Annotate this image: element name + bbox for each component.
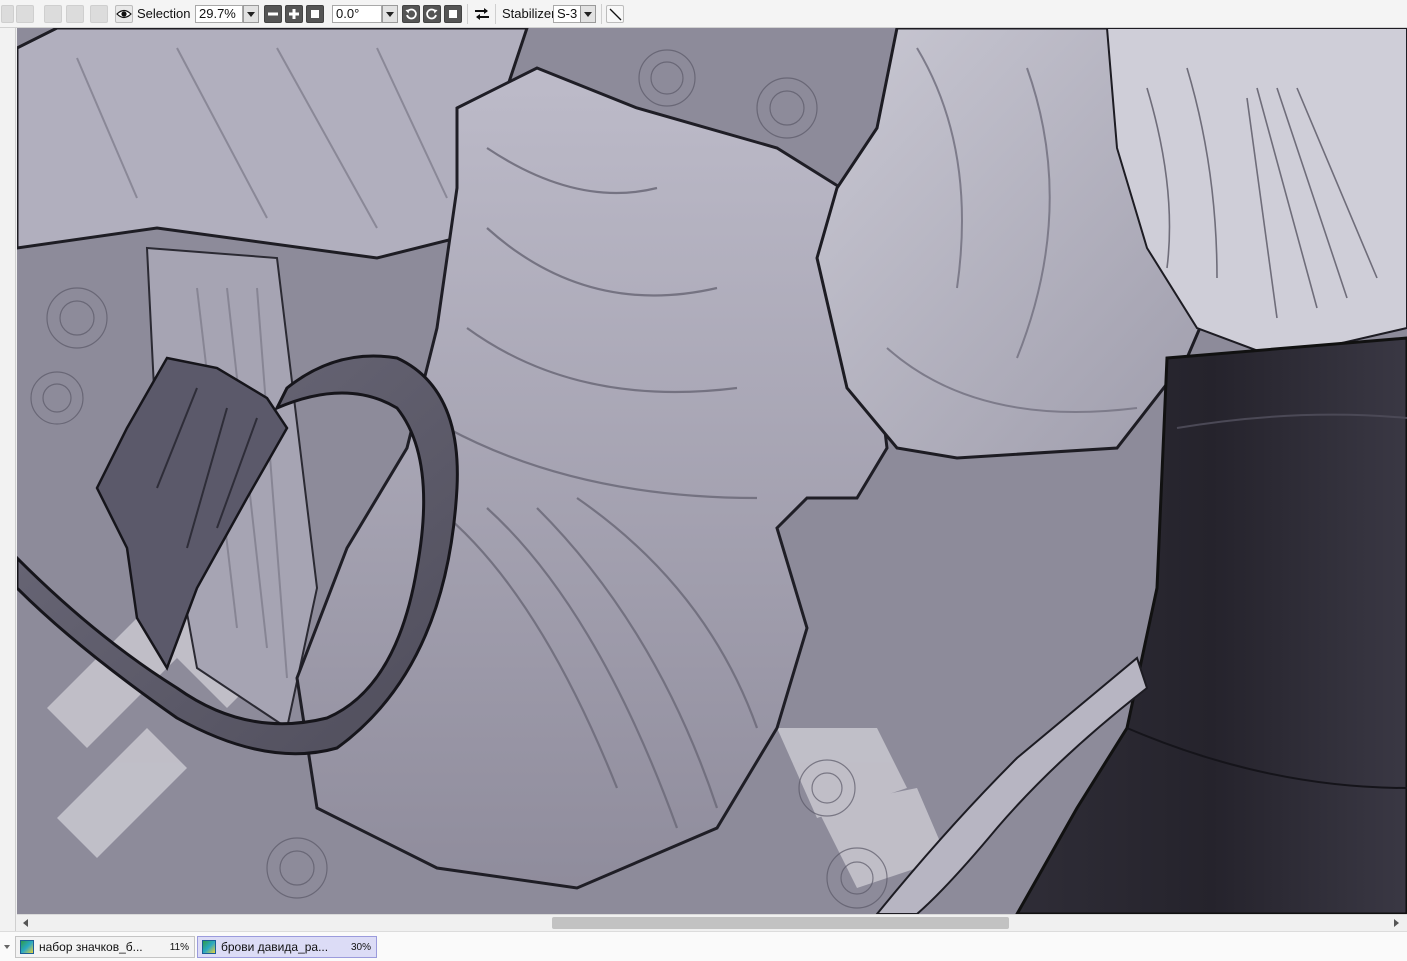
flip-horizontal-button[interactable] <box>473 5 491 23</box>
document-tab-zoom: 30% <box>350 941 371 953</box>
square-icon <box>311 10 319 18</box>
eye-icon <box>116 9 132 19</box>
stabilizer-dropdown[interactable] <box>580 5 596 23</box>
arrow-right-icon <box>1394 919 1399 927</box>
rotate-left-button[interactable] <box>402 5 420 23</box>
arrow-left-icon <box>23 919 28 927</box>
toolbar-divider <box>495 4 496 24</box>
rotation-reset-button[interactable] <box>444 5 462 23</box>
tool-button-b[interactable] <box>90 5 108 23</box>
chevron-down-icon <box>4 945 10 949</box>
zoom-field[interactable]: 29.7% <box>195 5 243 23</box>
chevron-down-icon <box>584 11 592 17</box>
tab-scroll-button[interactable] <box>2 941 12 953</box>
copy-button[interactable] <box>44 5 62 23</box>
document-thumbnail-icon <box>202 940 216 954</box>
left-panel-strip <box>0 28 16 931</box>
chevron-down-icon <box>247 11 255 17</box>
rotate-left-icon <box>405 8 417 20</box>
stabilizer-field[interactable]: S-3 <box>553 5 581 23</box>
toolbar-divider <box>467 4 468 24</box>
tool-button-a[interactable] <box>66 5 84 23</box>
stabilizer-label: Stabilizer <box>502 6 556 21</box>
flip-horizontal-icon <box>475 8 489 20</box>
zoom-dropdown[interactable] <box>243 5 259 23</box>
document-tab-name: брови давида_ра... <box>221 940 329 954</box>
zoom-out-button[interactable] <box>264 5 282 23</box>
toolbar: Selection 29.7% 0.0° Stabilizer S-3 <box>0 0 1407 28</box>
undo-button[interactable] <box>1 5 14 23</box>
document-tab-name: набор значков_б... <box>39 940 143 954</box>
minus-icon <box>268 12 278 16</box>
drawing-canvas[interactable] <box>17 28 1407 914</box>
document-tab-zoom: 11% <box>169 941 189 953</box>
document-tab-bar: набор значков_б... 11% брови давида_ра..… <box>0 931 1407 961</box>
chevron-down-icon <box>386 11 394 17</box>
redo-button[interactable] <box>16 5 34 23</box>
rotate-right-icon <box>426 8 438 20</box>
square-icon <box>449 10 457 18</box>
toolbar-divider <box>601 4 602 24</box>
rotation-dropdown[interactable] <box>382 5 398 23</box>
scroll-thumb[interactable] <box>552 917 1009 929</box>
zoom-reset-button[interactable] <box>306 5 324 23</box>
document-thumbnail-icon <box>20 940 34 954</box>
rotate-right-button[interactable] <box>423 5 441 23</box>
scroll-right-button[interactable] <box>1389 916 1404 930</box>
selection-visibility-toggle[interactable] <box>115 5 133 23</box>
horizontal-scrollbar[interactable] <box>17 914 1407 931</box>
document-tab-active[interactable]: брови давида_ра... 30% <box>197 936 377 958</box>
selection-label: Selection <box>137 6 191 21</box>
straight-line-button[interactable] <box>606 5 624 23</box>
straight-line-icon <box>609 8 622 21</box>
scroll-left-button[interactable] <box>18 916 33 930</box>
rotation-field[interactable]: 0.0° <box>332 5 382 23</box>
zoom-in-button[interactable] <box>285 5 303 23</box>
plus-icon <box>289 9 299 19</box>
canvas-artwork <box>17 28 1407 914</box>
document-tab[interactable]: набор значков_б... 11% <box>15 936 195 958</box>
